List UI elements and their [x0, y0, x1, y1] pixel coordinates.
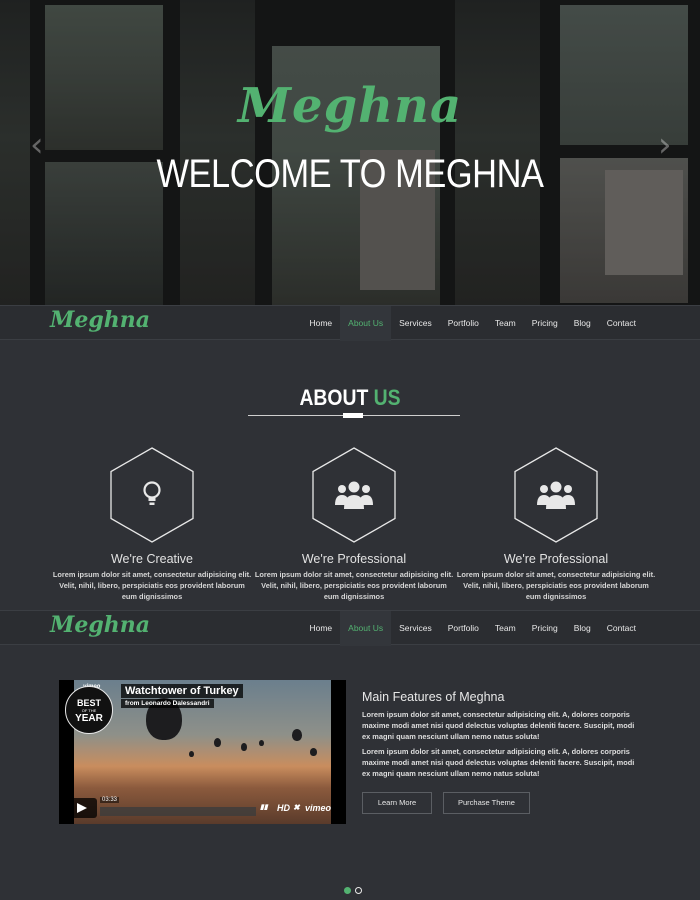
team-icon — [514, 447, 598, 543]
features-paragraph: Lorem ipsum dolor sit amet, consectetur … — [362, 710, 635, 741]
balloon-shape — [189, 751, 194, 757]
nav-item-portfolio[interactable]: Portfolio — [440, 306, 487, 341]
nav-item-about-us[interactable]: About Us — [340, 306, 392, 341]
vimeo-logo-icon[interactable]: vimeo — [305, 803, 331, 813]
badge-text-best: BEST — [76, 698, 101, 708]
best-of-year-badge: BEST OF THE YEAR — [65, 686, 113, 734]
nav-links: Home About Us Services Portfolio Team Pr… — [301, 306, 644, 341]
hero-script-logo: Meghna — [237, 78, 463, 134]
slider-dot[interactable] — [355, 887, 362, 894]
volume-icon[interactable]: ▮▮ — [260, 803, 268, 811]
feature-card: We're Professional Lorem ipsum dolor sit… — [455, 447, 657, 602]
nav-item-home[interactable]: Home — [301, 611, 340, 646]
sticky-navbar: Meghna Home About Us Services Portfolio … — [0, 610, 700, 646]
nav-item-blog[interactable]: Blog — [566, 611, 599, 646]
feature-card: We're Professional Lorem ipsum dolor sit… — [253, 447, 455, 602]
feature-text: Lorem ipsum dolor sit amet, consectetur … — [52, 570, 252, 601]
about-title-main: ABOUT — [299, 385, 369, 410]
balloon-shape — [241, 743, 247, 751]
nav-item-blog[interactable]: Blog — [566, 306, 599, 341]
feature-title: We're Creative — [110, 552, 194, 566]
nav-item-contact[interactable]: Contact — [599, 306, 644, 341]
video-player[interactable]: vimeo BEST OF THE YEAR Watchtower of Tur… — [59, 680, 346, 824]
main-navbar: Meghna Home About Us Services Portfolio … — [0, 305, 700, 341]
fullscreen-icon[interactable]: ✖ — [293, 803, 300, 812]
features-heading: Main Features of Meghna — [362, 690, 505, 704]
feature-card: We're Creative Lorem ipsum dolor sit ame… — [51, 447, 253, 602]
video-title[interactable]: Watchtower of Turkey — [121, 684, 243, 698]
feature-text: Lorem ipsum dolor sit amet, consectetur … — [254, 570, 454, 601]
nav-item-team[interactable]: Team — [487, 611, 524, 646]
balloon-shape — [259, 740, 264, 746]
nav-item-services[interactable]: Services — [391, 611, 440, 646]
nav-item-pricing[interactable]: Pricing — [524, 306, 566, 341]
features-paragraph: Lorem ipsum dolor sit amet, consectetur … — [362, 747, 635, 778]
about-title-accent: US — [373, 385, 401, 410]
balloon-shape — [292, 729, 302, 741]
lightbulb-icon — [110, 447, 194, 543]
balloon-shape — [310, 748, 317, 756]
nav-item-team[interactable]: Team — [487, 306, 524, 341]
learn-more-button[interactable]: Learn More — [362, 792, 432, 814]
video-time: 03:33 — [100, 797, 120, 803]
team-icon — [312, 447, 396, 543]
video-author[interactable]: from Leonardo Dalessandri — [121, 699, 214, 708]
hd-toggle[interactable]: HD — [277, 803, 290, 813]
nav-links: Home About Us Services Portfolio Team Pr… — [301, 611, 644, 646]
nav-item-pricing[interactable]: Pricing — [524, 611, 566, 646]
hero-section: ‹ › Meghna WELCOME TO MEGHNA — [0, 0, 700, 305]
slider-dot-active[interactable] — [344, 887, 351, 894]
purchase-theme-button[interactable]: Purchase Theme — [443, 792, 530, 814]
nav-logo[interactable]: Meghna — [50, 307, 150, 333]
nav-item-contact[interactable]: Contact — [599, 611, 644, 646]
nav-item-about-us[interactable]: About Us — [340, 611, 392, 646]
title-divider-mark — [343, 413, 363, 418]
hero-headline: WELCOME TO MEGHNA — [156, 152, 544, 196]
video-progress-bar[interactable] — [100, 807, 256, 816]
nav-item-home[interactable]: Home — [301, 306, 340, 341]
nav-item-portfolio[interactable]: Portfolio — [440, 611, 487, 646]
feature-title: We're Professional — [503, 552, 609, 566]
nav-item-services[interactable]: Services — [391, 306, 440, 341]
feature-title: We're Professional — [301, 552, 407, 566]
nav-logo[interactable]: Meghna — [50, 612, 150, 638]
feature-text: Lorem ipsum dolor sit amet, consectetur … — [456, 570, 656, 601]
badge-text-year: YEAR — [75, 713, 103, 724]
about-section-title: ABOUT US — [42, 385, 658, 411]
play-button[interactable] — [65, 798, 97, 818]
balloon-shape — [214, 738, 221, 747]
